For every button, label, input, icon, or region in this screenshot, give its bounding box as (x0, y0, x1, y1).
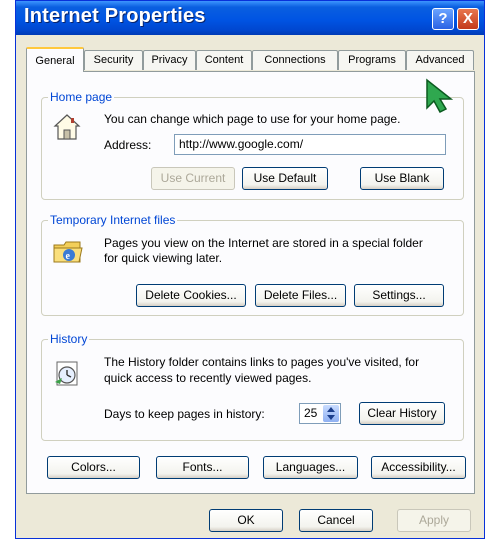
close-button[interactable]: X (457, 8, 479, 30)
tab-privacy[interactable]: Privacy (143, 50, 196, 70)
home-page-group: Home page You can change which page to u… (41, 90, 464, 200)
clear-history-button[interactable]: Clear History (359, 402, 445, 425)
days-to-keep-spinner[interactable]: 25 (299, 403, 341, 424)
tab-advanced[interactable]: Advanced (406, 50, 474, 70)
temporary-files-description-2: for quick viewing later. (104, 251, 223, 265)
history-legend: History (48, 332, 90, 346)
use-default-button[interactable]: Use Default (242, 167, 328, 190)
accessibility-button[interactable]: Accessibility... (371, 456, 466, 479)
cancel-button[interactable]: Cancel (299, 509, 373, 532)
history-description-1: The History folder contains links to pag… (104, 355, 420, 369)
apply-button[interactable]: Apply (397, 509, 471, 532)
help-button[interactable]: ? (432, 8, 454, 30)
days-to-keep-label: Days to keep pages in history: (104, 407, 265, 421)
fonts-button[interactable]: Fonts... (156, 456, 249, 479)
ie-folder-icon: e (53, 241, 83, 263)
settings-button[interactable]: Settings... (354, 284, 444, 307)
ok-button[interactable]: OK (209, 509, 283, 532)
window-title: Internet Properties (24, 5, 206, 27)
spinner-arrows[interactable] (323, 405, 339, 422)
delete-cookies-button[interactable]: Delete Cookies... (136, 284, 246, 307)
languages-button[interactable]: Languages... (263, 456, 358, 479)
use-current-button[interactable]: Use Current (151, 167, 235, 190)
address-label: Address: (104, 138, 152, 152)
temporary-files-group: Temporary Internet files e Pages you vie… (41, 213, 464, 316)
general-tab-panel: Home page You can change which page to u… (26, 71, 475, 494)
temporary-files-description-1: Pages you view on the Internet are store… (104, 236, 423, 250)
temporary-files-legend: Temporary Internet files (48, 213, 178, 227)
mouse-pointer-icon (426, 78, 454, 113)
use-blank-button[interactable]: Use Blank (360, 167, 444, 190)
spinner-up-down-icon (327, 407, 335, 420)
history-description-2: quick access to recently viewed pages. (104, 371, 312, 385)
history-group: History The History folder contains link… (41, 332, 464, 441)
tab-content[interactable]: Content (196, 50, 252, 70)
home-page-description: You can change which page to use for you… (104, 112, 401, 126)
svg-text:e: e (66, 251, 71, 262)
tab-strip: General Security Privacy Content Connect… (16, 47, 484, 72)
internet-properties-window: Internet Properties ? X General Security… (15, 0, 485, 539)
tab-security[interactable]: Security (84, 50, 143, 70)
address-input[interactable]: http://www.google.com/ (174, 134, 446, 155)
days-to-keep-value: 25 (304, 406, 318, 420)
home-page-legend: Home page (48, 90, 115, 104)
home-icon (53, 114, 81, 140)
tab-connections[interactable]: Connections (252, 50, 338, 70)
history-clock-icon (55, 361, 78, 386)
title-bar[interactable]: Internet Properties ? X (16, 1, 484, 35)
tab-general[interactable]: General (26, 47, 84, 72)
colors-button[interactable]: Colors... (47, 456, 140, 479)
delete-files-button[interactable]: Delete Files... (255, 284, 346, 307)
tab-programs[interactable]: Programs (338, 50, 406, 70)
